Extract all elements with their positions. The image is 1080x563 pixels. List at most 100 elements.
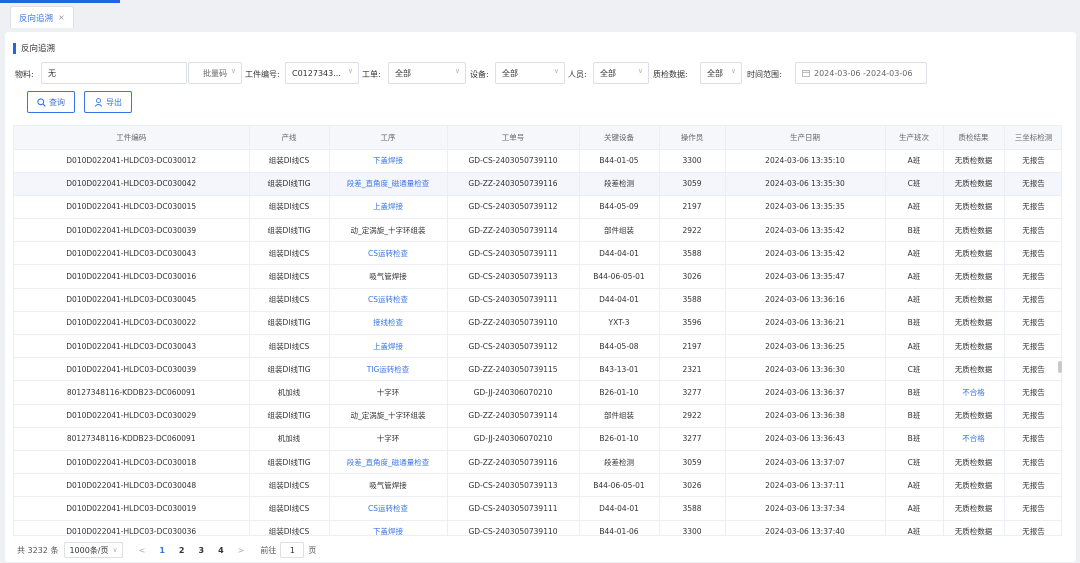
table-row[interactable]: D010D022041-HLDC03-DC030018 组装DI线TIG 段差_直角…	[14, 450, 1061, 475]
table-cell[interactable]: 上盖焊接	[329, 195, 448, 220]
person-label: 人员:	[568, 70, 587, 79]
table-cell[interactable]: CS运转检查	[329, 496, 448, 521]
table-cell[interactable]: 不合格	[943, 427, 1005, 451]
qc-data-select[interactable]: 全部 ∨	[700, 62, 742, 84]
table-cell[interactable]: TIG运转检查	[329, 357, 448, 382]
table-row[interactable]: 80127348116-KDDB23-DC060091 机加线 十字环 GD-JJ-2…	[14, 427, 1061, 451]
table-cell: B44-01-06	[579, 520, 660, 535]
table-cell[interactable]: 段差_直角度_磁通量检查	[329, 450, 448, 475]
table-row[interactable]: D010D022041-HLDC03-DC030048 组装DI线CS 吸气管焊接 G…	[14, 473, 1061, 498]
export-button[interactable]: 导出	[84, 91, 132, 113]
table-row[interactable]: D010D022041-HLDC03-DC030012 组装DI线CS 下盖焊接 GD…	[14, 149, 1061, 173]
table-row[interactable]: D010D022041-HLDC03-DC030045 组装DI线CS CS运转检查…	[14, 288, 1061, 312]
table-cell: B44-05-08	[579, 334, 660, 359]
table-cell: 无报告	[1004, 311, 1061, 336]
workpiece-select[interactable]: C0127343... ∨	[285, 62, 359, 84]
tab-label: 反向追溯	[19, 13, 54, 24]
equipment-label: 设备:	[470, 70, 489, 79]
page-number-2[interactable]: 2	[179, 546, 185, 555]
table-row[interactable]: D010D022041-HLDC03-DC030039 组装DI线TIG TIG运转…	[14, 357, 1061, 382]
table-row[interactable]: D010D022041-HLDC03-DC030043 组装DI线CS CS运转检查…	[14, 241, 1061, 266]
table-cell: D010D022041-HLDC03-DC030039	[14, 357, 250, 382]
material-value: 无	[48, 68, 56, 78]
tab-bar: 反向追溯 ×	[0, 0, 1080, 29]
table-row[interactable]: D010D022041-HLDC03-DC030019 组装DI线CS CS运转检查…	[14, 496, 1061, 521]
table-cell: GD-CS-2403050739110	[447, 520, 580, 535]
goto-page-input[interactable]: 1	[280, 542, 305, 558]
table-row[interactable]: D010D022041-HLDC03-DC030039 组装DI线TIG 动_定涡旋…	[14, 218, 1061, 243]
column-header: 关键设备	[579, 126, 660, 150]
chevron-down-icon: ∨	[112, 546, 118, 554]
close-icon[interactable]: ×	[58, 13, 65, 22]
table-cell: 组装DI线TIG	[249, 450, 330, 475]
person-select[interactable]: 全部 ∨	[593, 62, 649, 84]
page-size-select[interactable]: 1000条/页 ∨	[64, 542, 123, 558]
table-cell: A班	[885, 195, 944, 220]
table-row[interactable]: D010D022041-HLDC03-DC030029 组装DI线TIG 动_定涡旋…	[14, 404, 1061, 428]
table-cell: D44-04-01	[579, 288, 660, 312]
material-input[interactable]: 无	[41, 62, 187, 84]
table-row[interactable]: D010D022041-HLDC03-DC030022 组装DI线TIG 接线检查 G…	[14, 311, 1061, 336]
equipment-value: 全部	[502, 68, 518, 78]
table-cell: 组装DI线TIG	[249, 218, 330, 243]
table-cell: 2024-03-06 13:35:30	[725, 172, 886, 196]
table-cell[interactable]: 下盖焊接	[329, 149, 448, 173]
table-cell: GD-CS-2403050739112	[447, 195, 580, 220]
table-cell[interactable]: 段差_直角度_磁通量检查	[329, 172, 448, 196]
next-page-button[interactable]: >	[238, 546, 245, 555]
table-row[interactable]: D010D022041-HLDC03-DC030016 组装DI线CS 吸气管焊接 G…	[14, 264, 1061, 289]
table-cell[interactable]: 不合格	[943, 380, 1005, 405]
tab-reverse-trace[interactable]: 反向追溯 ×	[10, 6, 74, 28]
table-scrollbar-thumb[interactable]	[1058, 361, 1062, 373]
time-range-picker[interactable]: 2024-03-06 -2024-03-06	[795, 62, 927, 84]
table-cell[interactable]: CS运转检查	[329, 288, 448, 312]
table-cell[interactable]: 接线检查	[329, 311, 448, 336]
table-row[interactable]: D010D022041-HLDC03-DC030036 组装DI线CS 下盖焊接 GD…	[14, 520, 1061, 535]
batch-code-select[interactable]: 批量码 ∨	[188, 62, 242, 84]
export-button-label: 导出	[106, 97, 122, 107]
table-cell: 2922	[659, 404, 726, 428]
table-cell: C班	[885, 172, 944, 196]
table-cell: D010D022041-HLDC03-DC030018	[14, 450, 250, 475]
table-cell: 机加线	[249, 427, 330, 451]
table-cell: 动_定涡旋_十字环组装	[329, 218, 448, 243]
page-number-3[interactable]: 3	[199, 546, 205, 555]
table-cell: D010D022041-HLDC03-DC030015	[14, 195, 250, 220]
page-number-1[interactable]: 1	[159, 546, 165, 555]
table-cell: 2024-03-06 13:36:21	[725, 311, 886, 336]
table-row[interactable]: D010D022041-HLDC03-DC030042 组装DI线TIG 段差_直角…	[14, 172, 1061, 196]
column-header: 工序	[329, 126, 448, 150]
prev-page-button[interactable]: <	[139, 546, 146, 555]
table-cell: 无质检数据	[943, 496, 1005, 521]
table-cell[interactable]: 下盖焊接	[329, 520, 448, 535]
table-row[interactable]: 80127348116-KDDB23-DC060091 机加线 十字环 GD-JJ-2…	[14, 380, 1061, 405]
table-cell: 组装DI线CS	[249, 334, 330, 359]
workpiece-label: 工件编号:	[245, 70, 280, 79]
table-cell: 无报告	[1004, 427, 1061, 451]
workorder-label: 工单:	[362, 70, 381, 79]
goto-suffix: 页	[308, 545, 317, 555]
table-cell[interactable]: CS运转检查	[329, 241, 448, 266]
table-row[interactable]: D010D022041-HLDC03-DC030015 组装DI线CS 上盖焊接 GD…	[14, 195, 1061, 220]
table-cell: 十字环	[329, 380, 448, 405]
calendar-icon	[802, 70, 810, 77]
table-cell: A班	[885, 473, 944, 498]
table-cell[interactable]: 上盖焊接	[329, 334, 448, 359]
table-row[interactable]: D010D022041-HLDC03-DC030043 组装DI线CS 上盖焊接 GD…	[14, 334, 1061, 359]
page-number-4[interactable]: 4	[218, 546, 224, 555]
workorder-select[interactable]: 全部 ∨	[388, 62, 466, 84]
table-cell: A班	[885, 496, 944, 521]
table-cell: 3026	[659, 473, 726, 498]
equipment-select[interactable]: 全部 ∨	[495, 62, 565, 84]
table-cell: 无报告	[1004, 520, 1061, 535]
table-cell: 无报告	[1004, 218, 1061, 243]
table-cell: 3588	[659, 288, 726, 312]
table-header-row: 工件编码 产线 工序 工单号 关键设备 操作员 生产日期 生产班次 质检结果 三坐标检测	[14, 126, 1061, 150]
table-cell: 2024-03-06 13:37:07	[725, 450, 886, 475]
query-button[interactable]: 查询	[27, 91, 75, 113]
table-cell: GD-ZZ-2403050739116	[447, 450, 580, 475]
chevron-down-icon: ∨	[637, 67, 643, 75]
table-cell: 2024-03-06 13:36:38	[725, 404, 886, 428]
table-cell: 组装DI线TIG	[249, 172, 330, 196]
chevron-down-icon: ∨	[454, 67, 460, 75]
